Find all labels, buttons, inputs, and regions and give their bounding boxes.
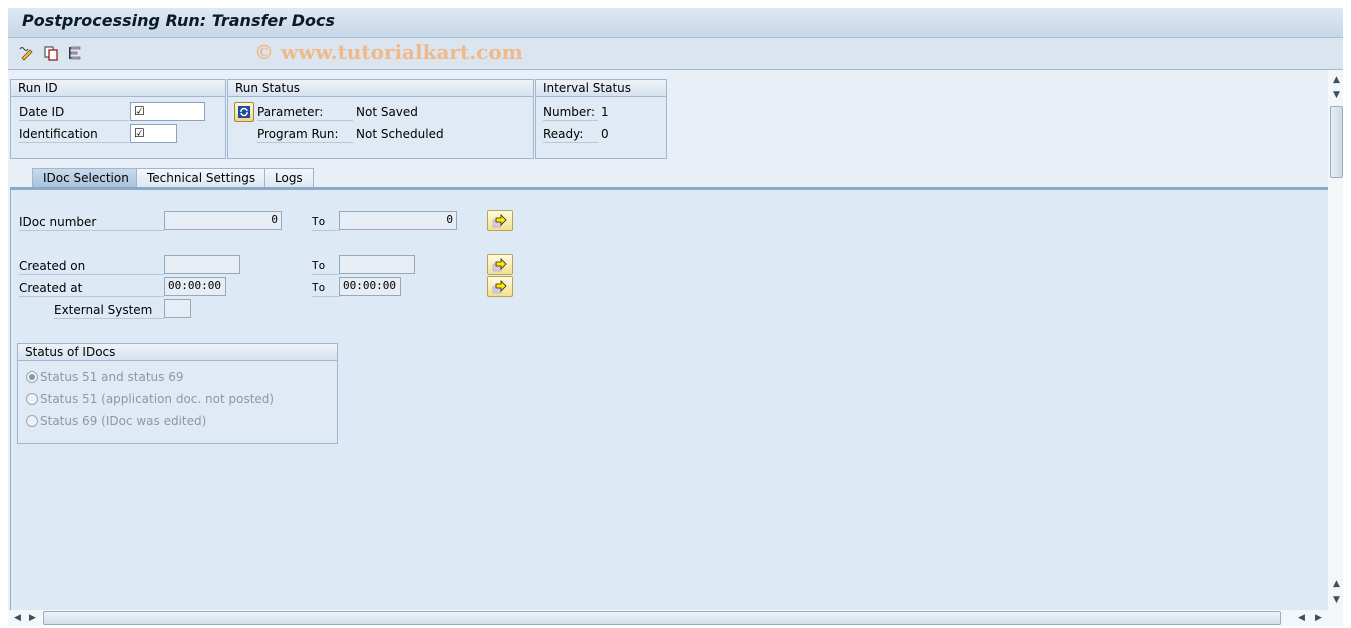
ready-label: Ready: xyxy=(543,126,598,143)
title-bar: Postprocessing Run: Transfer Docs xyxy=(8,8,1343,38)
radio-unselected-icon xyxy=(26,393,38,405)
program-run-label: Program Run: xyxy=(257,126,353,143)
idoc-number-multiple-selection-button[interactable] xyxy=(487,210,513,231)
radio-selected-icon xyxy=(26,371,38,383)
hierarchy-icon[interactable] xyxy=(66,44,84,62)
scroll-right-icon[interactable]: ▶ xyxy=(25,610,40,625)
program-run-value: Not Scheduled xyxy=(356,127,444,141)
horizontal-scroll-thumb[interactable] xyxy=(43,611,1281,625)
scroll-up-bottom-icon[interactable]: ▲ xyxy=(1329,576,1344,591)
vertical-scroll-thumb[interactable] xyxy=(1330,106,1343,178)
status-of-idocs-group: Status of IDocs Status 51 and status 69 … xyxy=(17,343,338,444)
main-area: Run ID Date ID ☑ Identification ☑ Run St… xyxy=(8,70,1328,610)
ready-value: 0 xyxy=(601,127,609,141)
identification-field[interactable]: ☑ xyxy=(130,124,177,143)
refresh-icon xyxy=(238,106,250,118)
vertical-scrollbar[interactable]: ▲ ▼ ▲ ▼ xyxy=(1328,70,1343,610)
date-id-label: Date ID xyxy=(19,104,129,121)
idoc-number-from-field[interactable]: 0 xyxy=(164,211,282,230)
interval-status-group: Interval Status Number: 1 Ready: 0 xyxy=(535,79,667,159)
application-toolbar: © www.tutorialkart.com xyxy=(8,38,1343,70)
created-at-from-field[interactable]: 00:00:00 xyxy=(164,277,226,296)
scroll-down-icon[interactable]: ▼ xyxy=(1329,87,1344,102)
idoc-number-to-label: To xyxy=(312,214,340,231)
created-at-to-field[interactable]: 00:00:00 xyxy=(339,277,401,296)
parameter-label: Parameter: xyxy=(257,104,353,121)
run-status-header: Run Status xyxy=(228,80,533,97)
status-option-51-and-69[interactable]: Status 51 and status 69 xyxy=(26,370,183,384)
run-id-header: Run ID xyxy=(11,80,225,97)
date-id-field[interactable]: ☑ xyxy=(130,102,205,121)
run-id-group: Run ID Date ID ☑ Identification ☑ xyxy=(10,79,226,159)
horizontal-scrollbar[interactable]: ◀ ▶ ◀ ▶ xyxy=(8,610,1343,626)
idoc-number-to-field[interactable]: 0 xyxy=(339,211,457,230)
number-label: Number: xyxy=(543,104,598,121)
radio-unselected-icon xyxy=(26,415,38,427)
scroll-left-right-end-icon[interactable]: ◀ xyxy=(1294,610,1309,625)
idoc-number-label: IDoc number xyxy=(19,214,164,231)
tab-technical-settings[interactable]: Technical Settings xyxy=(136,168,267,187)
page-title: Postprocessing Run: Transfer Docs xyxy=(22,11,336,30)
created-on-label: Created on xyxy=(19,258,164,275)
created-at-to-label: To xyxy=(312,280,340,297)
watermark: © www.tutorialkart.com xyxy=(254,40,523,64)
created-on-to-label: To xyxy=(312,258,340,275)
arrow-right-icon xyxy=(492,213,507,227)
parameter-value: Not Saved xyxy=(356,105,418,119)
scroll-down-bottom-icon[interactable]: ▼ xyxy=(1329,592,1344,607)
created-at-multiple-selection-button[interactable] xyxy=(487,276,513,297)
tab-idoc-selection[interactable]: IDoc Selection xyxy=(32,168,140,187)
scroll-up-icon[interactable]: ▲ xyxy=(1329,72,1344,87)
created-at-label: Created at xyxy=(19,280,164,297)
external-system-label: External System xyxy=(54,302,164,319)
refresh-button[interactable] xyxy=(234,102,254,122)
tab-logs[interactable]: Logs xyxy=(264,168,314,187)
external-system-field[interactable] xyxy=(164,299,191,318)
created-on-to-field[interactable] xyxy=(339,255,415,274)
scroll-left-icon[interactable]: ◀ xyxy=(10,610,25,625)
scroll-right-right-end-icon[interactable]: ▶ xyxy=(1311,610,1326,625)
copy-icon[interactable] xyxy=(42,44,60,62)
idoc-selection-panel: IDoc number 0 To 0 Created on To Created… xyxy=(10,190,1328,610)
arrow-right-icon xyxy=(492,279,507,293)
change-icon[interactable] xyxy=(18,44,36,62)
status-option-69[interactable]: Status 69 (IDoc was edited) xyxy=(26,414,206,428)
number-value: 1 xyxy=(601,105,609,119)
run-status-group: Run Status Parameter: Not Saved Program … xyxy=(227,79,534,159)
created-on-from-field[interactable] xyxy=(164,255,240,274)
created-on-multiple-selection-button[interactable] xyxy=(487,254,513,275)
interval-status-header: Interval Status xyxy=(536,80,666,97)
status-option-51[interactable]: Status 51 (application doc. not posted) xyxy=(26,392,274,406)
arrow-right-icon xyxy=(492,257,507,271)
identification-label: Identification xyxy=(19,126,129,143)
status-of-idocs-header: Status of IDocs xyxy=(18,344,337,361)
